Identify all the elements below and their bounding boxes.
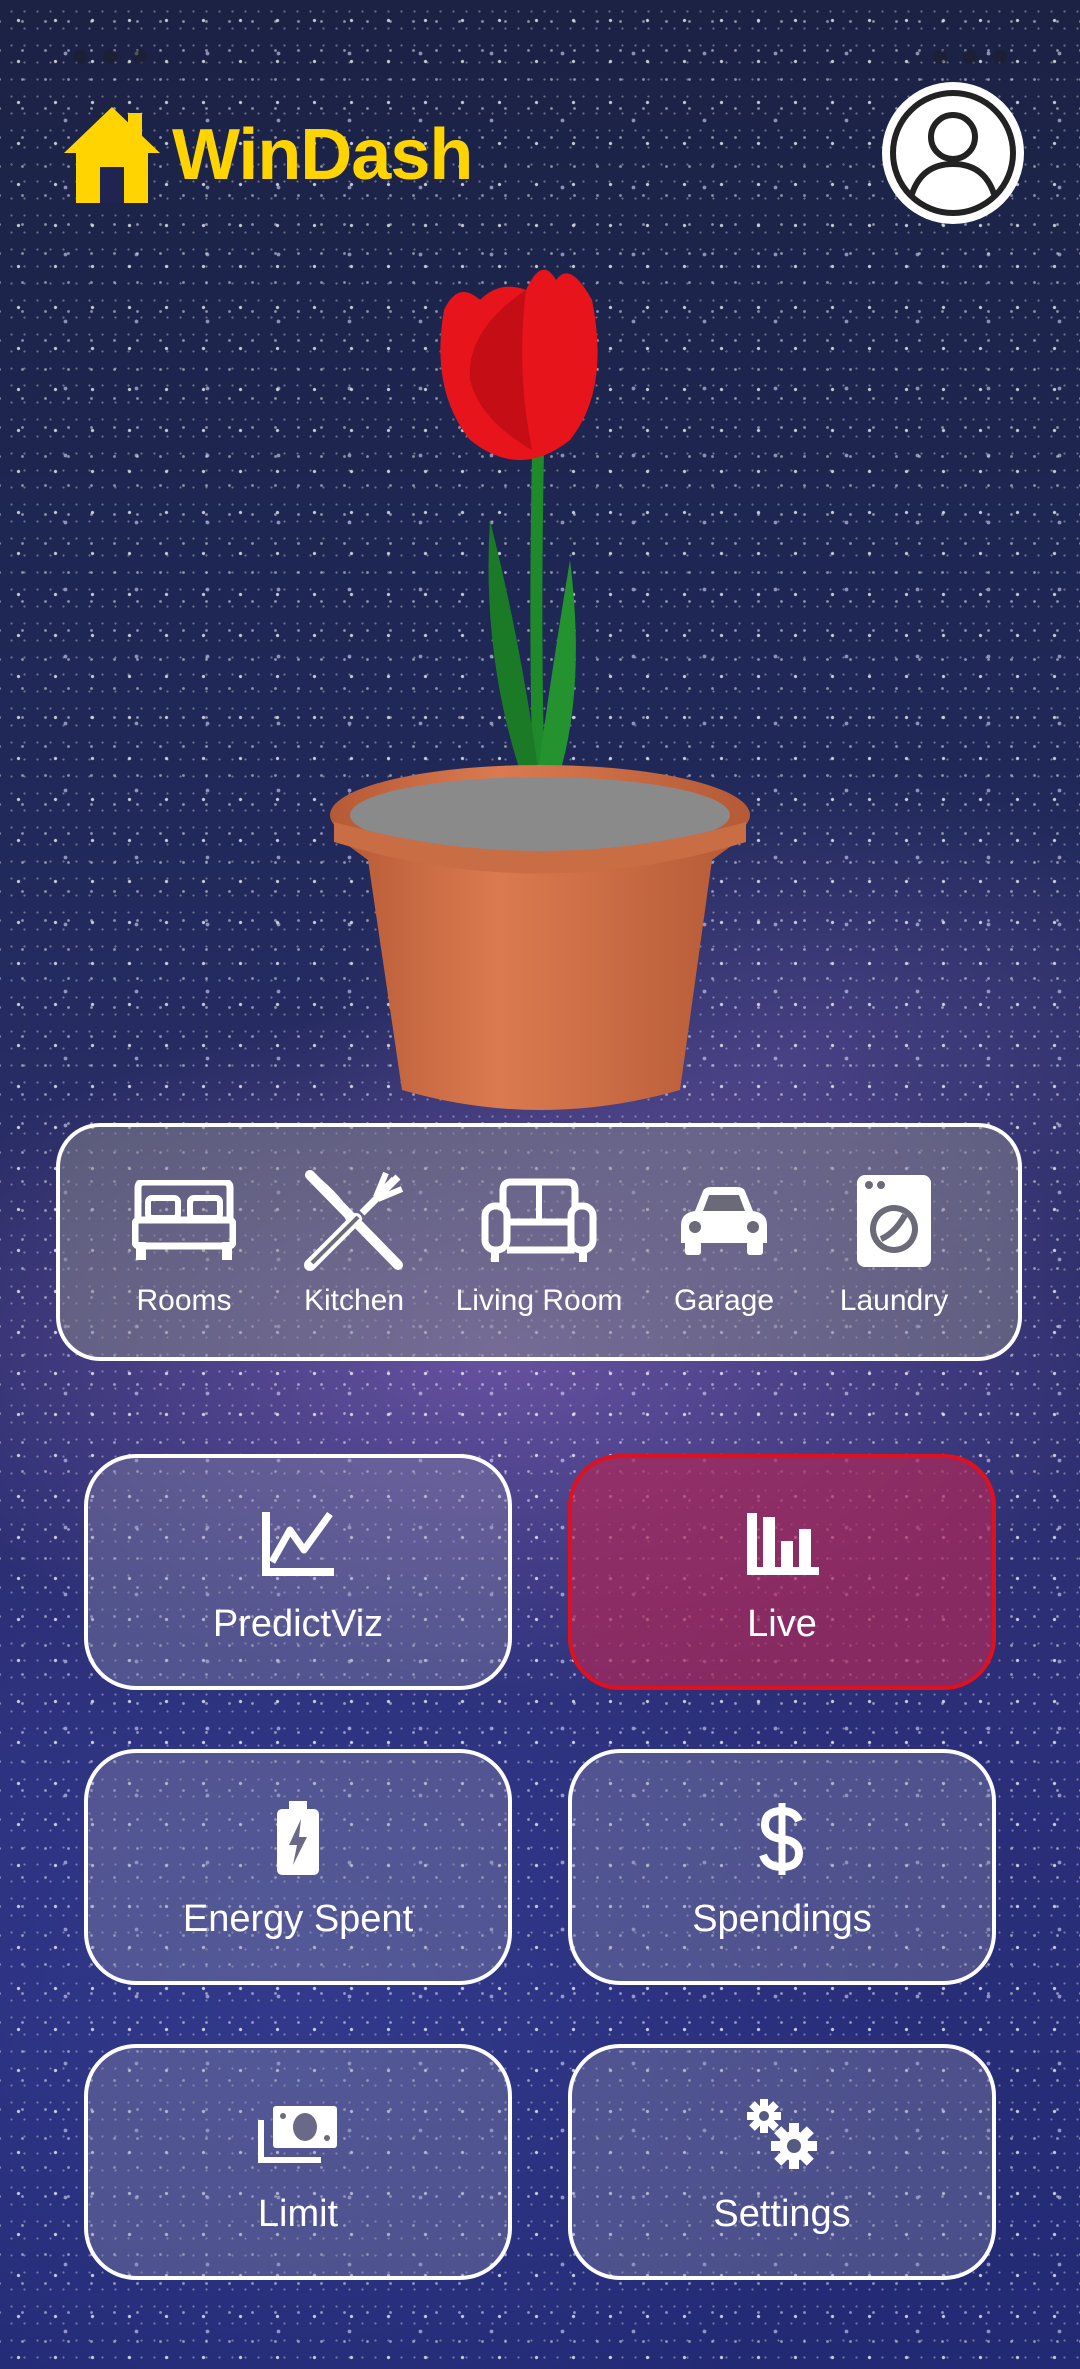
app-title: WinDash bbox=[172, 115, 473, 195]
room-laundry[interactable]: Laundry bbox=[809, 1166, 979, 1318]
rooms-bar: Rooms Kitchen Living Room Garage Laundry bbox=[56, 1123, 1022, 1361]
room-kitchen[interactable]: Kitchen bbox=[269, 1166, 439, 1318]
battery-charging-icon bbox=[277, 1800, 319, 1875]
app-logo: WinDash bbox=[58, 100, 473, 210]
car-icon bbox=[681, 1187, 767, 1255]
room-living-room[interactable]: Living Room bbox=[439, 1166, 639, 1318]
line-chart-icon bbox=[262, 1511, 334, 1576]
bar-chart-icon bbox=[747, 1512, 819, 1575]
sofa-icon bbox=[481, 1178, 597, 1262]
spendings-button[interactable]: Spendings bbox=[568, 1749, 996, 1985]
settings-button[interactable]: Settings bbox=[568, 2044, 996, 2280]
gears-icon bbox=[747, 2098, 817, 2169]
utensils-icon bbox=[304, 1170, 404, 1271]
dollar-icon bbox=[759, 1802, 804, 1875]
status-right: ● ● ● bbox=[929, 35, 1010, 74]
room-rooms[interactable]: Rooms bbox=[99, 1166, 269, 1318]
money-icon bbox=[258, 2105, 337, 2163]
tulip-plant-image bbox=[330, 269, 750, 1110]
live-button[interactable]: Live bbox=[568, 1454, 996, 1690]
status-left: ● ● ● bbox=[70, 35, 151, 74]
limit-button[interactable]: Limit bbox=[84, 2044, 512, 2280]
house-icon bbox=[64, 107, 160, 203]
predictviz-button[interactable]: PredictViz bbox=[84, 1454, 512, 1690]
washing-machine-icon bbox=[857, 1175, 931, 1267]
room-garage[interactable]: Garage bbox=[639, 1166, 809, 1318]
bed-icon bbox=[132, 1180, 236, 1260]
profile-avatar-button[interactable] bbox=[882, 82, 1024, 224]
energy-spent-button[interactable]: Energy Spent bbox=[84, 1749, 512, 1985]
user-icon bbox=[890, 90, 1016, 216]
